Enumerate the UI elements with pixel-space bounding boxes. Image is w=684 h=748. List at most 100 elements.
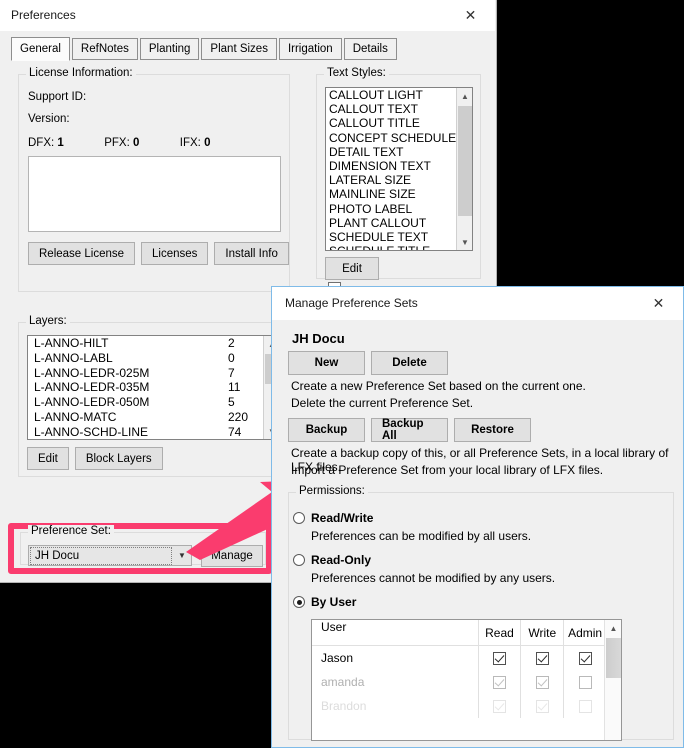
close-icon[interactable]: ✕ <box>636 287 681 319</box>
radio-read-only-label: Read-Only <box>311 553 372 567</box>
tab-irrigation[interactable]: Irrigation <box>278 38 342 60</box>
read-write-description: Preferences can be modified by all users… <box>311 529 532 543</box>
page-title: Preferences <box>11 8 76 22</box>
write-cell[interactable] <box>520 670 563 694</box>
read-cell[interactable] <box>477 694 521 718</box>
checkbox-write[interactable] <box>535 675 549 689</box>
list-item[interactable]: DETAIL TEXT <box>326 145 457 159</box>
admin-cell[interactable] <box>563 670 606 694</box>
manage-dialog-title: Manage Preference Sets <box>285 296 418 310</box>
layer-name: L-ANNO-HILT <box>34 336 109 350</box>
license-textarea[interactable] <box>28 156 281 232</box>
backup-all-button[interactable]: Backup All <box>371 418 448 442</box>
layer-count: 11 <box>228 380 241 395</box>
new-button[interactable]: New <box>288 351 365 375</box>
scrollbar-thumb[interactable] <box>606 638 621 678</box>
list-item[interactable]: LATERAL SIZE <box>326 173 457 187</box>
layer-name: L-ANNO-LEDR-050M <box>34 395 150 410</box>
license-group-label: License Information: <box>26 67 136 79</box>
list-item[interactable]: SCHEDULE TITLE <box>326 244 457 250</box>
block-layers-button[interactable]: Block Layers <box>74 447 163 470</box>
layers-edit-button[interactable]: Edit <box>27 447 69 470</box>
tab-planting[interactable]: Planting <box>139 38 200 60</box>
checkbox-write[interactable] <box>535 651 549 665</box>
radio-read-only[interactable]: Read-Only <box>293 553 371 567</box>
write-cell[interactable] <box>520 646 563 670</box>
radio-read-write[interactable]: Read/Write <box>293 511 373 525</box>
scrollbar-thumb[interactable] <box>458 106 472 216</box>
layer-name: L-ANNO-LABL <box>34 350 113 365</box>
layer-name: L-ANNO-LEDR-035M <box>34 380 150 395</box>
list-item[interactable]: PLANT CALLOUT <box>326 216 457 230</box>
read-cell[interactable] <box>477 646 521 670</box>
checkbox-read[interactable] <box>492 651 506 665</box>
ifx-label: IFX: <box>179 137 201 149</box>
table-row[interactable]: Jason <box>312 646 606 670</box>
tab-plant-sizes[interactable]: Plant Sizes <box>201 38 277 60</box>
release-license-button[interactable]: Release License <box>28 242 136 265</box>
list-item[interactable]: CALLOUT TEXT <box>326 102 457 116</box>
list-item[interactable]: CONCEPT SCHEDULE TE <box>326 131 457 145</box>
checkbox-admin[interactable] <box>578 699 592 713</box>
backup-button[interactable]: Backup <box>288 418 365 442</box>
column-header-read: Read <box>477 620 521 646</box>
checkbox-read[interactable] <box>492 699 506 713</box>
checkbox-write[interactable] <box>535 699 549 713</box>
screenshot-root: Preferences ✕ General RefNotes Planting … <box>0 0 684 748</box>
tab-general[interactable]: General <box>11 37 70 61</box>
list-item[interactable]: MAINLINE SIZE <box>326 187 457 201</box>
layers-list[interactable]: L-ANNO-HILT 2 L-ANNO-LABL 0 L-ANNO-LEDR-… <box>27 335 280 440</box>
delete-button[interactable]: Delete <box>371 351 448 375</box>
checkbox-admin[interactable] <box>578 651 592 665</box>
layer-name: L-ANNO-MATC <box>34 409 117 424</box>
table-row[interactable]: L-ANNO-SCHD-LINE 74 <box>28 425 265 439</box>
license-counts: DFX: 1 PFX: 0 IFX: 0 <box>28 137 211 149</box>
radio-read-write-label: Read/Write <box>311 511 374 525</box>
admin-cell[interactable] <box>563 694 606 718</box>
permissions-group: Permissions: Read/Write Preferences can … <box>288 485 674 741</box>
layers-group-label: Layers: <box>26 315 70 327</box>
install-info-button[interactable]: Install Info <box>214 242 289 265</box>
table-row[interactable]: L-ANNO-HILT 2 <box>28 336 265 351</box>
admin-cell[interactable] <box>563 646 606 670</box>
table-row[interactable]: L-ANNO-LEDR-025M 7 <box>28 366 265 381</box>
checkbox-read[interactable] <box>492 675 506 689</box>
list-item[interactable]: CALLOUT LIGHT <box>326 88 457 102</box>
tab-details[interactable]: Details <box>343 38 397 60</box>
preferences-titlebar: Preferences ✕ <box>0 0 495 31</box>
radio-by-user[interactable]: By User <box>293 595 356 609</box>
table-row[interactable]: Brandon <box>312 694 606 718</box>
user-name: Jason <box>321 651 354 665</box>
preference-set-dropdown[interactable]: JH Docu ▼ <box>28 545 192 566</box>
text-styles-list[interactable]: CALLOUT LIGHT CALLOUT TEXT CALLOUT TITLE… <box>325 87 473 251</box>
read-cell[interactable] <box>477 670 521 694</box>
checkbox-admin[interactable] <box>578 675 592 689</box>
layer-count: 5 <box>228 395 235 410</box>
scroll-down-icon[interactable]: ▼ <box>457 234 472 250</box>
list-item[interactable]: PHOTO LABEL <box>326 202 457 216</box>
list-item[interactable]: DIMENSION TEXT <box>326 159 457 173</box>
licenses-button[interactable]: Licenses <box>141 242 209 265</box>
list-item[interactable]: CALLOUT TITLE <box>326 116 457 130</box>
table-row[interactable]: amanda <box>312 670 606 694</box>
permissions-table-scrollbar[interactable]: ▲ <box>604 620 621 740</box>
scroll-up-icon[interactable]: ▲ <box>457 88 472 104</box>
table-row[interactable]: L-ANNO-LEDR-035M 11 <box>28 380 265 395</box>
scroll-up-icon[interactable]: ▲ <box>605 620 621 637</box>
preference-set-value: JH Docu <box>30 546 172 565</box>
table-row[interactable]: L-ANNO-LEDR-050M 5 <box>28 395 265 410</box>
close-icon[interactable]: ✕ <box>448 0 493 30</box>
text-styles-scrollbar[interactable]: ▲ ▼ <box>456 88 472 250</box>
restore-button[interactable]: Restore <box>454 418 531 442</box>
table-row[interactable]: L-ANNO-LABL 0 <box>28 351 265 366</box>
write-cell[interactable] <box>520 694 563 718</box>
pfx-label: PFX: <box>104 137 130 149</box>
radio-icon <box>293 554 305 566</box>
user-permissions-table[interactable]: User Read Write Admin Jason amanda Brand… <box>311 619 622 741</box>
table-row[interactable]: L-ANNO-MATC 220 <box>28 410 265 425</box>
text-styles-edit-button[interactable]: Edit <box>325 257 379 280</box>
list-item[interactable]: SCHEDULE TEXT <box>326 230 457 244</box>
radio-by-user-label: By User <box>311 595 357 609</box>
tab-refnotes[interactable]: RefNotes <box>71 38 138 60</box>
column-header-admin: Admin <box>563 620 606 646</box>
